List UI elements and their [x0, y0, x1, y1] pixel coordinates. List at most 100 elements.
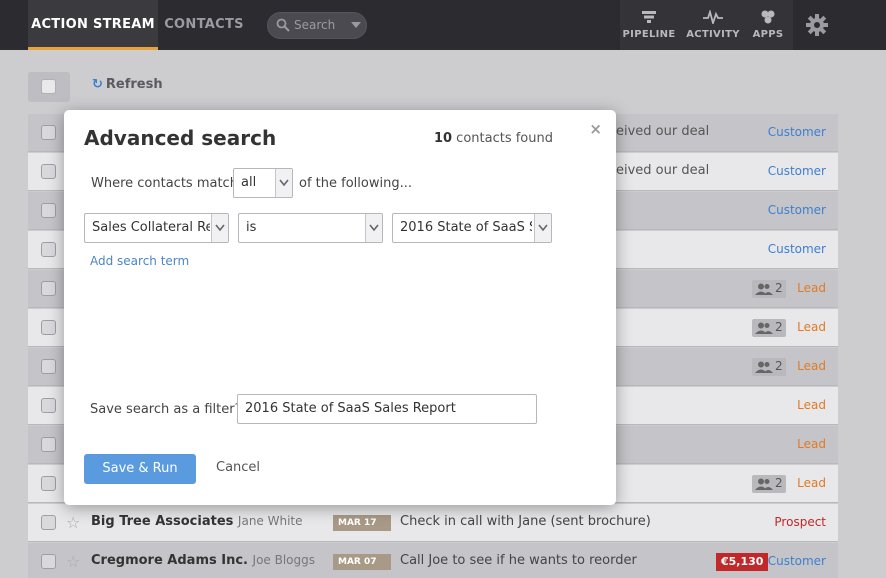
filter-name-value: 2016 State of SaaS Sales Report — [245, 401, 456, 416]
activity-icon — [703, 10, 723, 24]
match-prefix-label: Where contacts match — [91, 176, 238, 191]
group-count: 2 — [775, 359, 783, 373]
nav-apps[interactable]: APPS — [740, 0, 796, 50]
value-select[interactable]: 2016 State of SaaS Sal — [392, 213, 552, 243]
task-text[interactable]: Call Joe to see if he wants to reorder — [400, 553, 637, 568]
match-mode-value: all — [241, 175, 257, 190]
top-navigation-bar: ACTION STREAM CONTACTS Search PIPELINE A… — [0, 0, 886, 50]
dropdown-arrow — [275, 169, 292, 197]
status-badge: Customer — [767, 125, 826, 139]
date-badge: MAR 07 — [333, 554, 391, 570]
match-suffix-label: of the following... — [299, 176, 412, 191]
status-badge: Prospect — [774, 515, 826, 529]
refresh-button[interactable]: ↻ Refresh — [92, 77, 163, 92]
search-field-select[interactable]: Sales Collateral Rec — [84, 213, 229, 243]
task-text[interactable]: eived our deal — [616, 163, 709, 178]
add-search-term-link[interactable]: Add search term — [90, 254, 189, 268]
pipeline-icon — [642, 11, 656, 23]
filter-name-input[interactable]: 2016 State of SaaS Sales Report — [237, 394, 537, 424]
row-checkbox[interactable] — [41, 242, 56, 257]
status-badge: Lead — [797, 320, 826, 334]
person-name: Joe Bloggs — [252, 553, 316, 567]
task-text[interactable]: Check in call with Jane (sent brochure) — [400, 514, 651, 529]
search-field-value: Sales Collateral Rec — [92, 220, 210, 235]
group-count-badge: 2 — [752, 319, 786, 337]
tab-contacts[interactable]: CONTACTS — [158, 0, 250, 50]
status-badge: Lead — [797, 281, 826, 295]
operator-select[interactable]: is — [238, 213, 383, 243]
row-checkbox[interactable] — [41, 125, 56, 140]
nav-apps-label: APPS — [752, 29, 784, 40]
select-all-checkbox[interactable] — [41, 79, 56, 94]
people-icon — [755, 322, 773, 334]
row-checkbox[interactable] — [41, 476, 56, 491]
nav-pipeline[interactable]: PIPELINE — [621, 0, 677, 50]
tab-action-stream[interactable]: ACTION STREAM — [28, 0, 158, 50]
star-icon[interactable]: ☆ — [66, 513, 80, 532]
operator-value: is — [246, 220, 257, 235]
table-row[interactable]: ☆ Big Tree Associates Jane White MAR 17 … — [28, 504, 838, 542]
chevron-down-icon — [369, 224, 379, 232]
people-icon — [755, 361, 773, 373]
close-icon[interactable]: × — [589, 120, 602, 138]
chevron-down-icon — [538, 224, 548, 232]
dropdown-arrow — [534, 214, 551, 242]
row-checkbox[interactable] — [41, 320, 56, 335]
advanced-search-dialog: Advanced search 10 contacts found × Wher… — [64, 110, 616, 505]
status-badge: Lead — [797, 476, 826, 490]
date-badge: MAR 17 — [333, 515, 391, 531]
refresh-label: Refresh — [105, 77, 163, 92]
match-mode-select[interactable]: all — [233, 168, 293, 198]
company-name[interactable]: Cregmore Adams Inc. Joe Bloggs — [91, 553, 315, 568]
star-icon[interactable]: ☆ — [66, 552, 80, 571]
row-checkbox[interactable] — [41, 203, 56, 218]
save-filter-label: Save search as a filter? — [90, 402, 242, 417]
company-name[interactable]: Big Tree Associates Jane White — [91, 514, 303, 529]
save-and-run-button[interactable]: Save & Run — [84, 454, 196, 484]
deal-amount-badge: €5,130 — [716, 553, 769, 571]
status-badge: Customer — [767, 164, 826, 178]
company-label: Big Tree Associates — [91, 514, 234, 529]
row-checkbox[interactable] — [41, 437, 56, 452]
group-count-badge: 2 — [752, 475, 786, 493]
row-checkbox[interactable] — [41, 359, 56, 374]
status-badge: Lead — [797, 359, 826, 373]
people-icon — [755, 478, 773, 490]
table-row[interactable]: ☆ Cregmore Adams Inc. Joe Bloggs MAR 07 … — [28, 543, 838, 578]
dropdown-arrow — [365, 214, 382, 242]
nav-pipeline-label: PIPELINE — [622, 29, 676, 40]
select-all-container[interactable] — [28, 72, 70, 102]
group-count-badge: 2 — [752, 358, 786, 376]
nav-activity[interactable]: ACTIVITY — [685, 0, 741, 50]
right-nav: PIPELINE ACTIVITY APPS — [620, 0, 793, 50]
results-count-suffix: contacts found — [452, 131, 553, 146]
group-count: 2 — [775, 281, 783, 295]
apps-icon — [761, 10, 775, 24]
cancel-button[interactable]: Cancel — [216, 460, 260, 475]
row-checkbox[interactable] — [41, 515, 56, 530]
status-badge: Customer — [767, 554, 826, 568]
tab-contacts-label: CONTACTS — [164, 17, 244, 32]
task-text[interactable]: eived our deal — [616, 124, 709, 139]
status-badge: Lead — [797, 437, 826, 451]
gear-icon[interactable] — [805, 13, 829, 37]
results-count-number: 10 — [433, 131, 453, 146]
row-checkbox[interactable] — [41, 281, 56, 296]
nav-activity-label: ACTIVITY — [686, 29, 740, 40]
people-icon — [755, 283, 773, 295]
value-select-value: 2016 State of SaaS Sal — [400, 220, 532, 235]
dialog-title: Advanced search — [84, 126, 277, 150]
group-count: 2 — [775, 476, 783, 490]
row-checkbox[interactable] — [41, 398, 56, 413]
row-checkbox[interactable] — [41, 554, 56, 569]
group-count-badge: 2 — [752, 280, 786, 298]
search-icon — [276, 18, 290, 32]
dropdown-arrow — [211, 214, 228, 242]
search-placeholder: Search — [294, 18, 336, 32]
row-checkbox[interactable] — [41, 164, 56, 179]
chevron-down-icon — [279, 179, 289, 187]
search-dropdown-icon[interactable] — [351, 22, 361, 28]
chevron-down-icon — [215, 224, 225, 232]
search-input[interactable]: Search — [267, 12, 367, 39]
results-count: 10 contacts found — [434, 131, 553, 146]
